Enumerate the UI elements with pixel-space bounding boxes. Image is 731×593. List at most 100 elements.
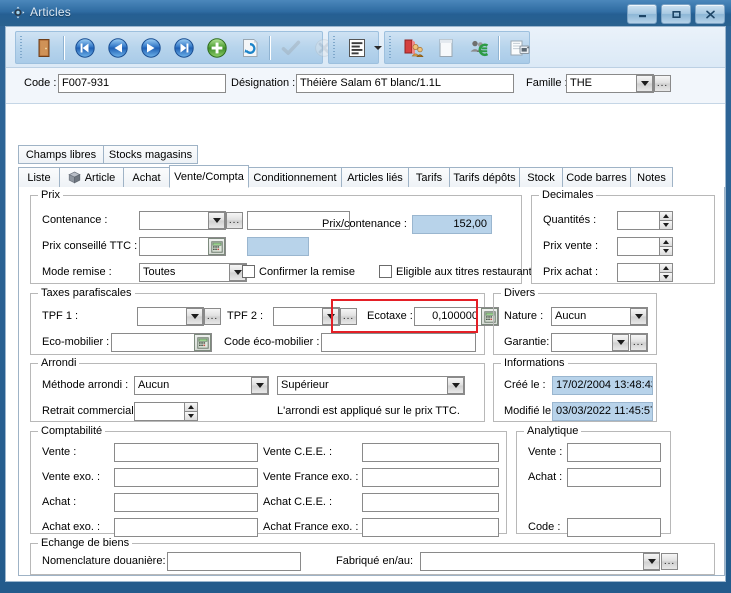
compta-achat-exo-input[interactable] — [114, 518, 258, 537]
nomenclature-douaniere-label: Nomenclature douanière: — [42, 555, 166, 567]
quantites-stepper[interactable] — [659, 211, 673, 230]
tab-article[interactable]: Article — [59, 167, 124, 188]
prix-group: Prix Contenance : ... Prix conseillé TTC… — [30, 195, 522, 284]
methode-arrondi-dropdown-button[interactable] — [251, 377, 268, 394]
compta-achat-france-exo-input[interactable] — [362, 518, 499, 537]
prix-vente-decimales-stepper[interactable] — [659, 237, 673, 256]
tab-label: Article — [85, 172, 116, 184]
code-eco-mobilier-label: Code éco-mobilier : — [224, 336, 319, 348]
tab-champs-libres[interactable]: Champs libres — [18, 145, 104, 164]
tab-tarifs-depots[interactable]: Tarifs dépôts — [449, 167, 520, 188]
tab-articles-lies[interactable]: Articles liés — [341, 167, 409, 188]
tab-conditionnement[interactable]: Conditionnement — [248, 167, 342, 188]
contenance-browse-button[interactable]: ... — [226, 212, 243, 229]
arrondi-group: Arrondi Méthode arrondi : Aucun Supérieu… — [30, 363, 485, 422]
tab-label: Vente/Compta — [174, 171, 244, 183]
methode-arrondi-label: Méthode arrondi : — [42, 379, 128, 391]
minimize-button[interactable] — [627, 4, 657, 24]
garantie-browse-button[interactable]: ... — [630, 334, 647, 351]
prix-conseille-calculator-button[interactable] — [208, 238, 225, 255]
fabrique-en-au-input[interactable] — [420, 552, 660, 571]
tab-code-barres[interactable]: Code barres — [562, 167, 631, 188]
tpf1-browse-button[interactable]: ... — [204, 308, 221, 325]
echange-de-biens-group: Echange de biens Nomenclature douanière:… — [30, 543, 715, 575]
window-title: Articles — [30, 5, 71, 19]
analytique-code-input[interactable] — [567, 518, 661, 537]
tab-stocks-magasins[interactable]: Stocks magasins — [103, 145, 198, 164]
eligible-titres-restaurant-checkbox[interactable] — [379, 265, 392, 278]
tab-label: Tarifs dépôts — [453, 172, 515, 184]
tab-label: Stocks magasins — [109, 149, 192, 161]
cree-le-value: 17/02/2004 13:48:43 — [552, 376, 653, 395]
methode-arrondi-input[interactable]: Aucun — [134, 376, 269, 395]
fabrique-dropdown-button[interactable] — [643, 553, 660, 570]
code-eco-mobilier-input[interactable] — [321, 333, 476, 352]
tpf2-dropdown-button[interactable] — [322, 308, 339, 325]
compta-vente-label: Vente : — [42, 446, 76, 458]
analytique-group-caption: Analytique — [524, 425, 581, 437]
tab-label: Articles liés — [347, 172, 403, 184]
nomenclature-douaniere-input[interactable] — [167, 552, 301, 571]
prix-contenance-display: 152,00 — [412, 215, 492, 234]
confirmer-remise-label: Confirmer la remise — [259, 266, 355, 278]
cube-icon — [68, 171, 81, 184]
tpf1-dropdown-button[interactable] — [186, 308, 203, 325]
compta-achat-france-exo-label: Achat France exo. : — [263, 521, 358, 533]
tab-liste[interactable]: Liste — [18, 167, 60, 188]
tab-label: Champs libres — [26, 149, 96, 161]
tab-tarifs[interactable]: Tarifs — [408, 167, 450, 188]
comptabilite-group-caption: Comptabilité — [38, 425, 105, 437]
garantie-label: Garantie: — [504, 336, 549, 348]
compta-vente-cee-input[interactable] — [362, 443, 499, 462]
compta-achat-cee-input[interactable] — [362, 493, 499, 512]
taxes-parafiscales-group: Taxes parafiscales TPF 1 : ... TPF 2 : .… — [30, 293, 485, 355]
tab-label: Stock — [527, 172, 555, 184]
prix-group-caption: Prix — [38, 189, 63, 201]
taxes-group-caption: Taxes parafiscales — [38, 287, 135, 299]
compta-vente-input[interactable] — [114, 443, 258, 462]
prix-achat-decimales-stepper[interactable] — [659, 263, 673, 282]
fabrique-en-au-label: Fabriqué en/au: — [336, 555, 413, 567]
tab-vente-compta[interactable]: Vente/Compta — [169, 165, 249, 188]
maximize-button[interactable] — [661, 4, 691, 24]
tpf2-label: TPF 2 : — [227, 310, 263, 322]
tab-label: Notes — [637, 172, 666, 184]
retrait-commercial-label: Retrait commercial : — [42, 405, 140, 417]
ecotaxe-label: Ecotaxe : — [367, 310, 413, 322]
retrait-commercial-stepper[interactable] — [184, 402, 198, 421]
sens-arrondi-dropdown-button[interactable] — [447, 377, 464, 394]
nature-label: Nature : — [504, 310, 543, 322]
prix-achat-decimales-label: Prix achat : — [543, 266, 598, 278]
compta-vente-exo-input[interactable] — [114, 468, 258, 487]
window-controls — [627, 4, 725, 23]
eco-mobilier-calculator-button[interactable] — [194, 334, 211, 351]
analytique-group: Analytique Vente : Achat : Code : — [516, 431, 671, 534]
contenance-dropdown-button[interactable] — [208, 212, 225, 229]
compta-vente-exo-label: Vente exo. : — [42, 471, 100, 483]
confirmer-remise-checkbox[interactable] — [242, 265, 255, 278]
tab-stock[interactable]: Stock — [519, 167, 563, 188]
analytique-achat-input[interactable] — [567, 468, 661, 487]
sens-arrondi-input[interactable]: Supérieur — [277, 376, 465, 395]
compta-achat-input[interactable] — [114, 493, 258, 512]
tab-label: Achat — [132, 172, 160, 184]
decimales-group-caption: Decimales — [539, 189, 596, 201]
garantie-dropdown-button[interactable] — [612, 334, 629, 351]
divers-group-caption: Divers — [501, 287, 538, 299]
tab-achat[interactable]: Achat — [123, 167, 170, 188]
compta-vente-cee-label: Vente C.E.E. : — [263, 446, 332, 458]
cree-le-label: Créé le : — [504, 379, 546, 391]
compta-vente-france-exo-input[interactable] — [362, 468, 499, 487]
close-button[interactable] — [695, 4, 725, 24]
echange-group-caption: Echange de biens — [38, 537, 132, 549]
eligible-titres-restaurant-label: Eligible aux titres restaurant — [396, 266, 532, 278]
fabrique-browse-button[interactable]: ... — [661, 553, 678, 570]
app-icon — [11, 6, 25, 19]
divers-group: Divers Nature : Aucun Garantie: ... — [493, 293, 657, 355]
analytique-vente-input[interactable] — [567, 443, 661, 462]
nature-dropdown-button[interactable] — [630, 308, 647, 325]
tab-notes[interactable]: Notes — [630, 167, 673, 188]
analytique-vente-label: Vente : — [528, 446, 562, 458]
tab-label: Code barres — [566, 172, 627, 184]
tpf2-browse-button[interactable]: ... — [340, 308, 357, 325]
